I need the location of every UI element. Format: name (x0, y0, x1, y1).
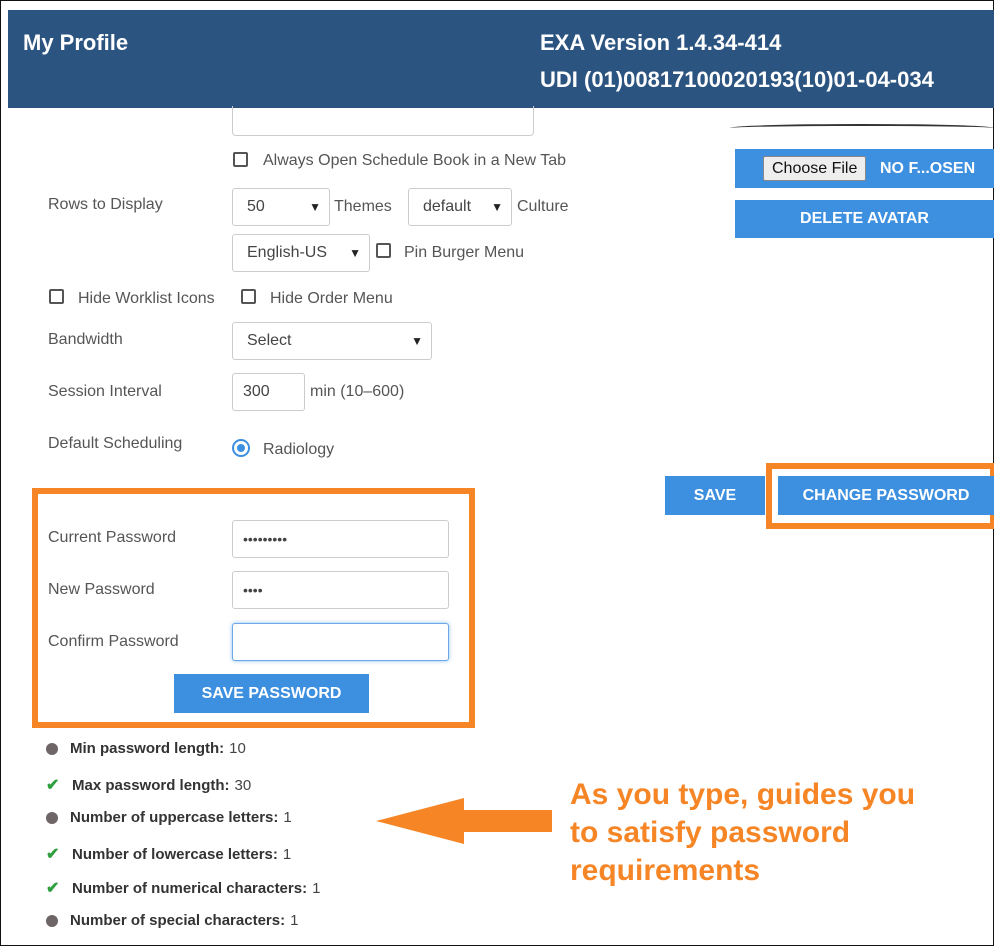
pin-burger-label: Pin Burger Menu (404, 244, 525, 261)
bandwidth-select[interactable]: Select ▼ (232, 322, 432, 360)
hide-worklist-icons-checkbox[interactable] (49, 289, 64, 304)
chevron-down-icon: ▼ (411, 334, 423, 348)
requirement-item: ✔ Number of lowercase letters: 1 (46, 844, 291, 864)
save-button[interactable]: SAVE (665, 476, 765, 515)
themes-label: Themes (334, 198, 392, 215)
chevron-down-icon: ▼ (349, 246, 361, 260)
requirement-item: ✔ Number of numerical characters: 1 (46, 878, 320, 898)
rows-select[interactable]: 50 ▼ (232, 188, 330, 226)
requirement-label: Number of numerical characters: (72, 879, 308, 897)
new-password-label: New Password (48, 581, 155, 598)
annotation-line-2: to satisfy password (570, 816, 851, 849)
requirement-label: Number of special characters: (70, 912, 286, 929)
checkmark-icon: ✔ (46, 880, 60, 897)
requirement-value: 1 (290, 912, 299, 929)
avatar-image-edge (730, 124, 994, 132)
version-label: EXA Version 1.4.34-414 (540, 30, 782, 55)
current-password-input[interactable]: ••••••••• (232, 520, 449, 558)
requirement-label: Max password length: (72, 776, 230, 794)
default-scheduling-label: Default Scheduling (48, 435, 183, 452)
chevron-down-icon: ▼ (491, 200, 503, 214)
pin-burger-checkbox[interactable] (376, 243, 391, 258)
dot-icon (46, 742, 58, 755)
rows-select-value: 50 (247, 198, 265, 215)
delete-avatar-button[interactable]: DELETE AVATAR (735, 200, 994, 238)
choose-file-bar: Choose File NO F...OSEN (735, 149, 994, 188)
dot-icon (46, 914, 58, 927)
requirement-value: 1 (282, 845, 292, 863)
new-password-input[interactable]: •••• (232, 571, 449, 609)
annotation-line-3: requirements (570, 854, 761, 887)
chevron-down-icon: ▼ (309, 200, 321, 214)
requirement-item: ✔ Max password length: 30 (46, 775, 251, 795)
change-password-button[interactable]: CHANGE PASSWORD (778, 476, 994, 515)
session-interval-label: Session Interval (48, 383, 162, 400)
checkmark-icon: ✔ (46, 846, 60, 863)
bandwidth-label: Bandwidth (48, 331, 123, 348)
session-interval-input[interactable]: 300 (232, 373, 305, 411)
radio-selected-icon[interactable] (232, 439, 250, 457)
page-title: My Profile (23, 30, 129, 55)
top-input-partial[interactable] (232, 106, 534, 136)
culture-select[interactable]: English-US ▼ (232, 234, 370, 272)
always-open-checkbox[interactable] (233, 152, 248, 167)
rows-to-display-label: Rows to Display (48, 196, 163, 213)
requirement-value: 1 (283, 809, 292, 826)
always-open-label: Always Open Schedule Book in a New Tab (263, 152, 566, 169)
annotation-text: As you type, guides you to satisfy passw… (570, 776, 915, 890)
themes-select-value: default (423, 198, 472, 215)
save-password-button[interactable]: SAVE PASSWORD (174, 674, 369, 713)
annotation-line-1: As you type, guides you (570, 778, 916, 811)
requirement-label: Number of lowercase letters: (72, 845, 278, 863)
requirement-label: Number of uppercase letters: (70, 809, 279, 826)
requirement-value: 1 (312, 879, 321, 897)
requirement-item: Min password length: 10 (46, 740, 246, 757)
requirement-value: 10 (229, 740, 246, 757)
requirement-item: Number of special characters: 1 (46, 912, 298, 929)
dot-icon (46, 811, 58, 824)
session-interval-hint: min (10–600) (310, 383, 405, 400)
culture-select-value: English-US (247, 244, 328, 261)
requirement-label: Min password length: (70, 740, 225, 757)
hide-order-menu-checkbox[interactable] (241, 289, 256, 304)
current-password-label: Current Password (48, 529, 177, 546)
no-file-chosen-text: NO F...OSEN (880, 160, 976, 177)
confirm-password-label: Confirm Password (48, 633, 179, 650)
bandwidth-select-value: Select (247, 332, 292, 349)
hide-worklist-icons-label: Hide Worklist Icons (78, 290, 215, 307)
radiology-radio-label: Radiology (263, 441, 335, 458)
themes-select[interactable]: default ▼ (408, 188, 512, 226)
hide-order-menu-label: Hide Order Menu (270, 290, 393, 307)
requirement-item: Number of uppercase letters: 1 (46, 809, 292, 826)
confirm-password-input[interactable] (232, 623, 449, 661)
culture-label: Culture (517, 198, 569, 215)
arrow-left-icon (376, 798, 552, 844)
udi-label: UDI (01)00817100020193(10)01-04-034 (540, 67, 934, 92)
app-header: My Profile EXA Version 1.4.34-414 UDI (0… (8, 10, 994, 108)
choose-file-button[interactable]: Choose File (763, 156, 867, 181)
requirement-value: 30 (234, 776, 252, 794)
checkmark-icon: ✔ (46, 777, 60, 794)
